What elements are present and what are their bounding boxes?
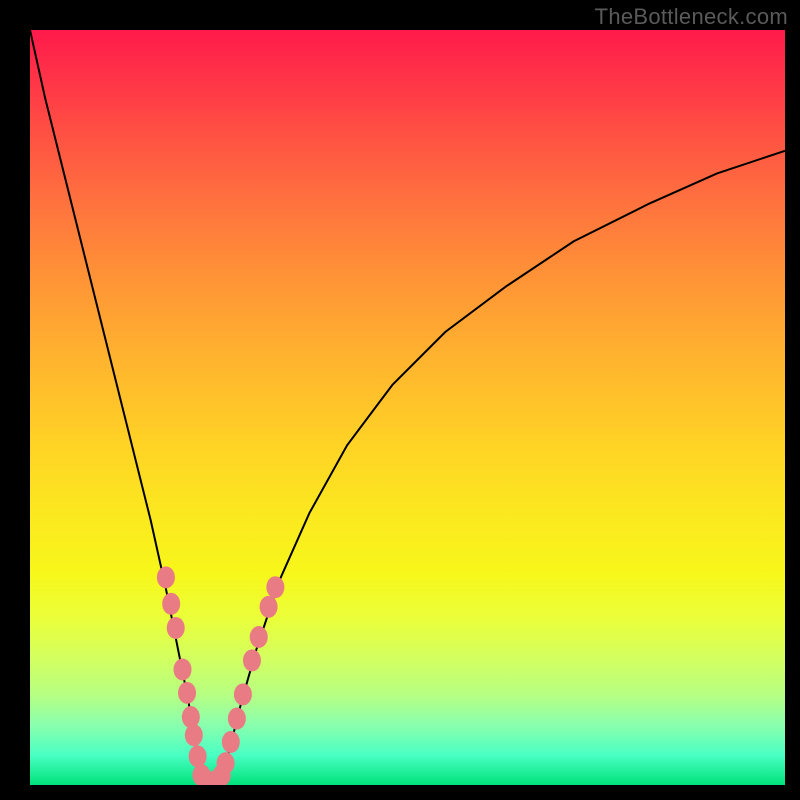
plot-area bbox=[30, 30, 785, 785]
data-dot bbox=[185, 724, 203, 746]
data-dot bbox=[250, 626, 268, 648]
watermark-text: TheBottleneck.com bbox=[595, 4, 788, 30]
data-dot bbox=[167, 617, 185, 639]
data-dot bbox=[217, 752, 235, 774]
data-dot bbox=[189, 745, 207, 767]
bottleneck-curve bbox=[30, 30, 785, 784]
dots-group bbox=[157, 566, 284, 785]
data-dot bbox=[228, 708, 246, 730]
data-dot bbox=[174, 658, 192, 680]
data-dot bbox=[222, 731, 240, 753]
chart-frame: TheBottleneck.com bbox=[0, 0, 800, 800]
data-dot bbox=[260, 596, 278, 618]
plot-svg bbox=[30, 30, 785, 785]
data-dot bbox=[243, 649, 261, 671]
data-dot bbox=[162, 593, 180, 615]
data-dot bbox=[178, 682, 196, 704]
data-dot bbox=[234, 683, 252, 705]
curve-group bbox=[30, 30, 785, 784]
data-dot bbox=[266, 576, 284, 598]
data-dot bbox=[182, 706, 200, 728]
data-dot bbox=[157, 566, 175, 588]
